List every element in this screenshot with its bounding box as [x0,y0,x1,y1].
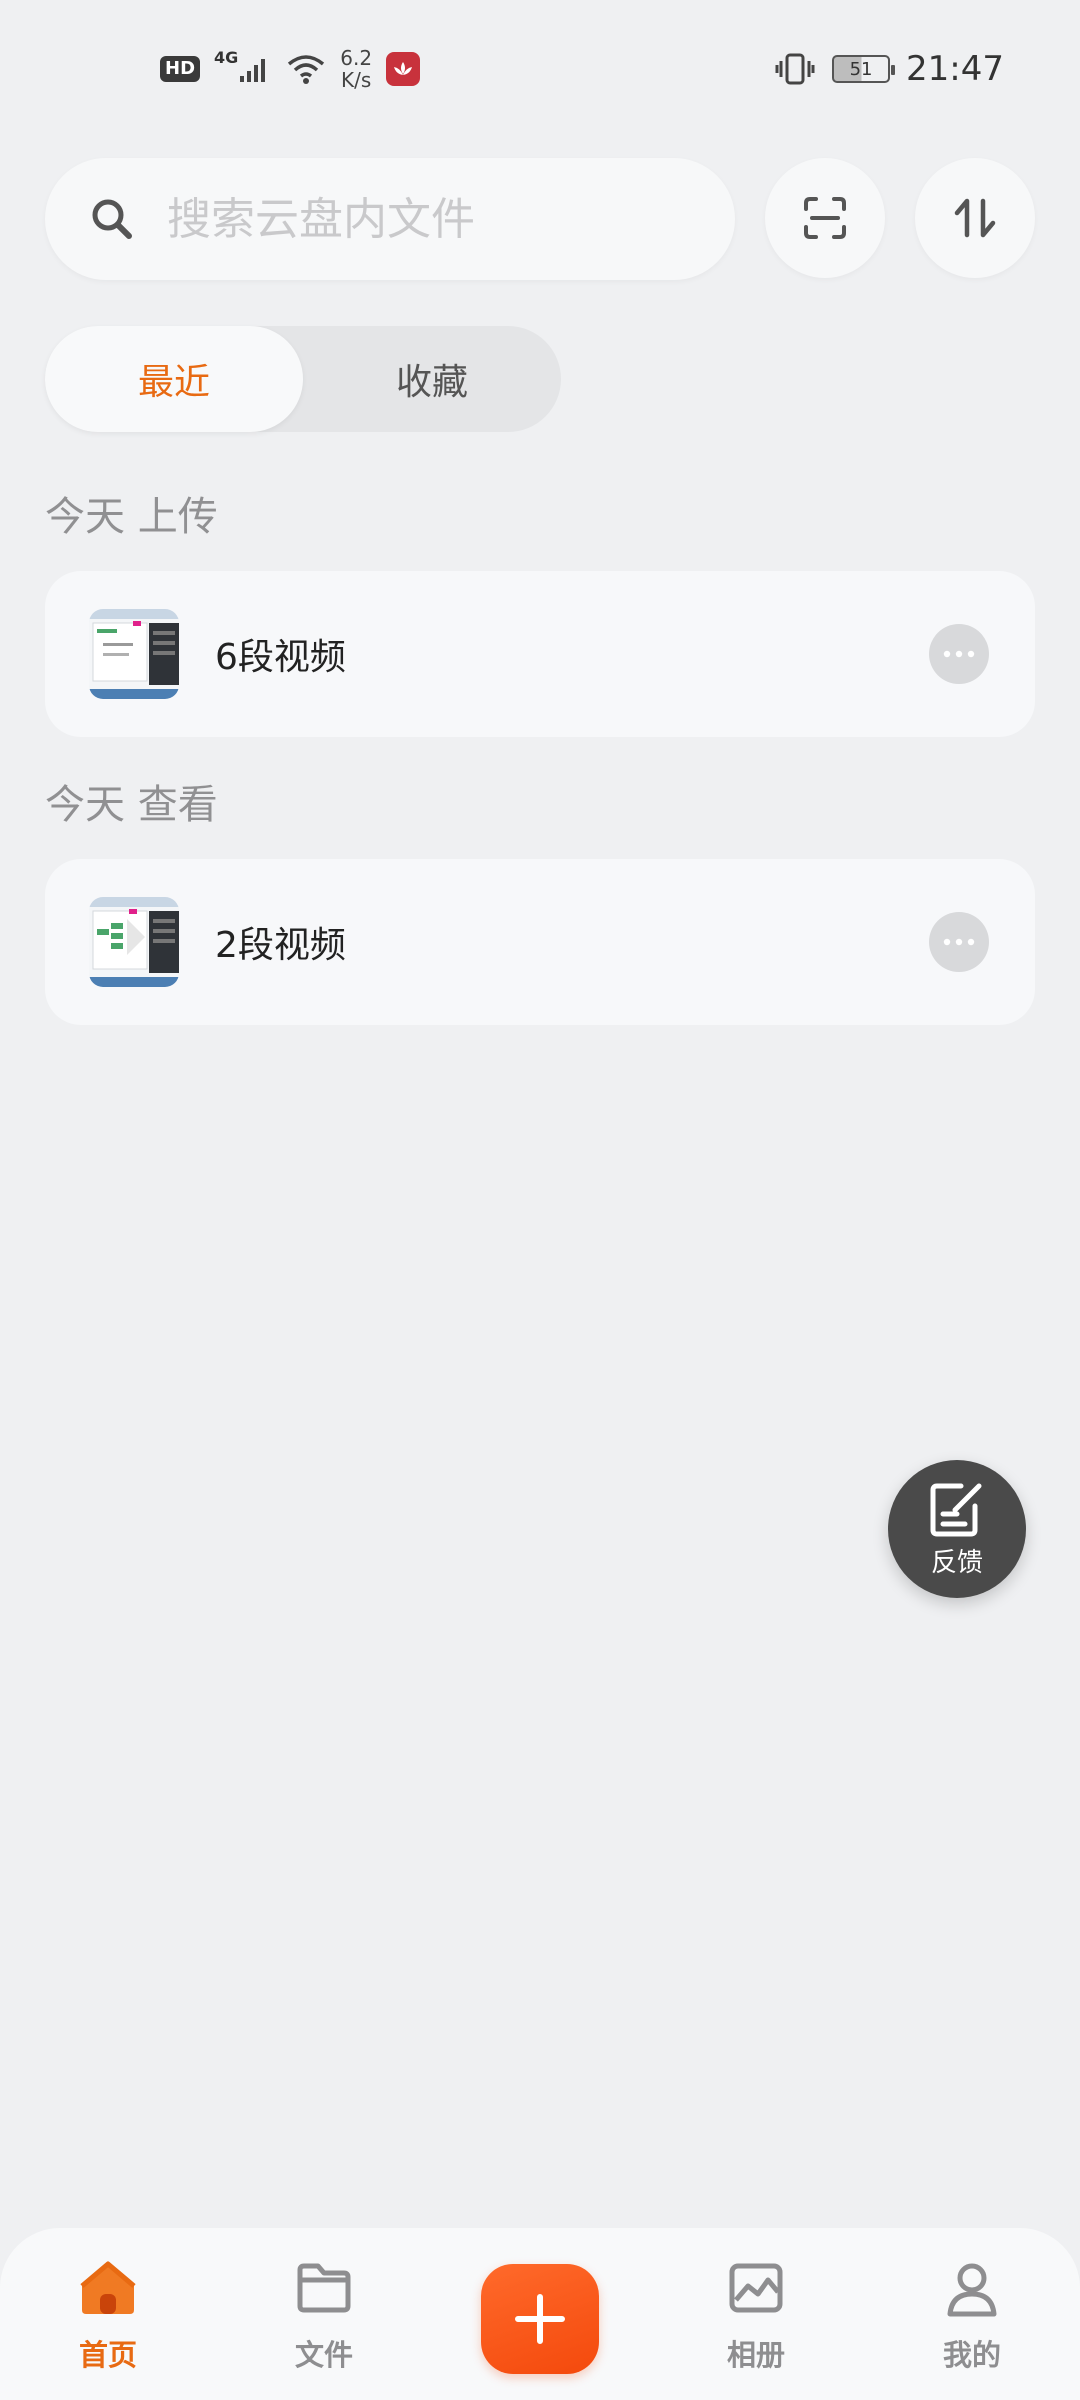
tab-favorites[interactable]: 收藏 [303,326,561,432]
album-icon [729,2263,783,2313]
speed-value: 6.2 [340,46,373,70]
search-icon [92,199,132,239]
tab-recent[interactable]: 最近 [45,326,303,432]
section-header-uploaded: 今天 上传 [45,494,218,540]
file-card-viewed[interactable]: 2段视频 [45,859,1035,1025]
file-title: 2段视频 [215,925,346,966]
network-type: 4G [214,47,239,67]
nav-home[interactable]: 首页 [38,2248,178,2388]
battery-icon: 51 [832,55,896,83]
nav-home-label: 首页 [78,2338,137,2372]
more-icon [943,650,975,658]
clock: 21:47 [906,49,1004,89]
speed-unit: K/s [341,68,372,92]
lotus-app-icon [386,52,421,86]
plus-icon [515,2294,565,2344]
file-title: 6段视频 [215,637,346,678]
feedback-icon [930,1483,982,1536]
nav-files-label: 文件 [294,2338,353,2372]
search-input[interactable] [167,193,687,245]
more-options-button[interactable] [929,912,989,972]
nav-album-label: 相册 [726,2338,785,2372]
home-icon [80,2261,136,2314]
nav-profile-label: 我的 [942,2338,1001,2372]
add-button[interactable] [481,2264,599,2374]
network-speed: 6.2 K/s [340,47,372,91]
profile-icon [947,2263,997,2317]
battery-level: 51 [849,58,873,80]
more-options-button[interactable] [929,624,989,684]
feedback-label: 反馈 [930,1547,983,1578]
more-icon [943,938,975,946]
scan-icon [804,197,846,239]
vibrate-icon [775,53,815,85]
file-card-uploaded[interactable]: 6段视频 [45,571,1035,737]
section-header-viewed: 今天 查看 [45,782,218,828]
nav-files[interactable]: 文件 [254,2248,394,2388]
feedback-button[interactable]: 反馈 [888,1460,1026,1598]
search-bar[interactable] [45,158,735,280]
hd-indicator: HD [160,56,201,82]
video-thumbnail [89,897,179,987]
scan-button[interactable] [765,158,885,278]
signal-icon [240,59,266,82]
status-right: 51 21:47 [774,44,1004,94]
video-thumbnail [89,609,179,699]
nav-profile[interactable]: 我的 [902,2248,1042,2388]
folder-icon [297,2263,351,2313]
transfer-icon [954,198,996,238]
transfer-button[interactable] [915,158,1035,278]
status-left: HD 4G 6.2 K/s [160,44,421,94]
status-bar: HD 4G 6.2 K/s 51 21:47 [0,0,1080,130]
nav-album[interactable]: 相册 [686,2248,826,2388]
wifi-icon [288,55,325,84]
tab-switcher: 最近 收藏 [45,326,561,432]
